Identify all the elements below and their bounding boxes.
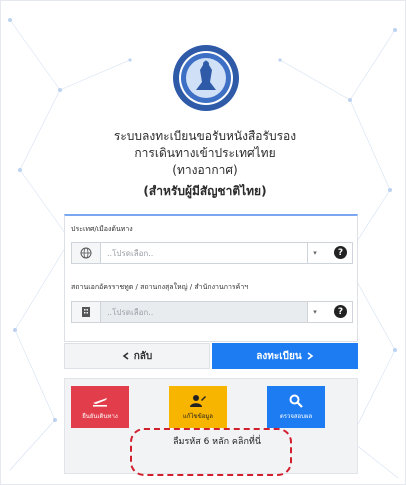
help-icon[interactable]: ? <box>334 246 347 259</box>
edit-info-button[interactable]: แก้ไขข้อมูล <box>169 386 227 428</box>
edit-info-label: แก้ไขข้อมูล <box>183 412 213 420</box>
ministry-seal-icon <box>173 45 239 111</box>
title-line-4: (สำหรับผู้มีสัญชาติไทย) <box>143 184 267 198</box>
check-status-button[interactable]: ตรวจสอบผล <box>267 386 325 428</box>
embassy-label: สถานเอกอัครราชทูต / สถานกงสุลใหญ่ / สำนั… <box>71 283 249 291</box>
embassy-select[interactable]: ..โปรดเลือก.. ▾ ? <box>71 301 353 323</box>
search-icon <box>289 394 303 408</box>
search-form: ประเทศ/เมืองต้นทาง ..โปรดเลือก.. ▾ ? สถา… <box>64 214 358 342</box>
register-button-label: ลงทะเบียน <box>256 350 302 362</box>
plan-trip-label: ยืนยันเดินทาง <box>82 412 118 420</box>
globe-icon <box>72 243 101 263</box>
country-select[interactable]: ..โปรดเลือก.. ▾ ? <box>71 242 353 264</box>
title-line-1: ระบบลงทะเบียนขอรับหนังสือรับรอง <box>113 129 297 143</box>
country-label: ประเทศ/เมืองต้นทาง <box>71 225 133 233</box>
back-button[interactable]: กลับ <box>64 343 210 369</box>
embassy-select-placeholder: ..โปรดเลือก.. <box>107 308 154 317</box>
register-button[interactable]: ลงทะเบียน <box>212 343 358 369</box>
page-title: ระบบลงทะเบียนขอรับหนังสือรับรอง การเดินท… <box>60 128 350 200</box>
country-select-placeholder: ..โปรดเลือก.. <box>107 249 154 258</box>
chevron-down-icon[interactable]: ▾ <box>307 243 322 263</box>
chevron-right-icon <box>307 352 314 360</box>
back-button-label: กลับ <box>133 350 153 362</box>
title-line-2: การเดินทางเข้าประเทศไทย <box>134 146 276 160</box>
airplane-icon <box>93 397 107 407</box>
user-edit-icon <box>190 394 206 407</box>
chevron-left-icon <box>122 352 129 360</box>
check-status-label: ตรวจสอบผล <box>279 412 313 420</box>
plan-trip-button[interactable]: ยืนยันเดินทาง <box>71 386 129 428</box>
chevron-down-icon[interactable]: ▾ <box>307 302 322 322</box>
highlight-annotation <box>130 428 292 476</box>
building-icon <box>72 302 101 322</box>
help-icon[interactable]: ? <box>334 305 347 318</box>
title-line-3: (ทางอากาศ) <box>172 163 238 177</box>
